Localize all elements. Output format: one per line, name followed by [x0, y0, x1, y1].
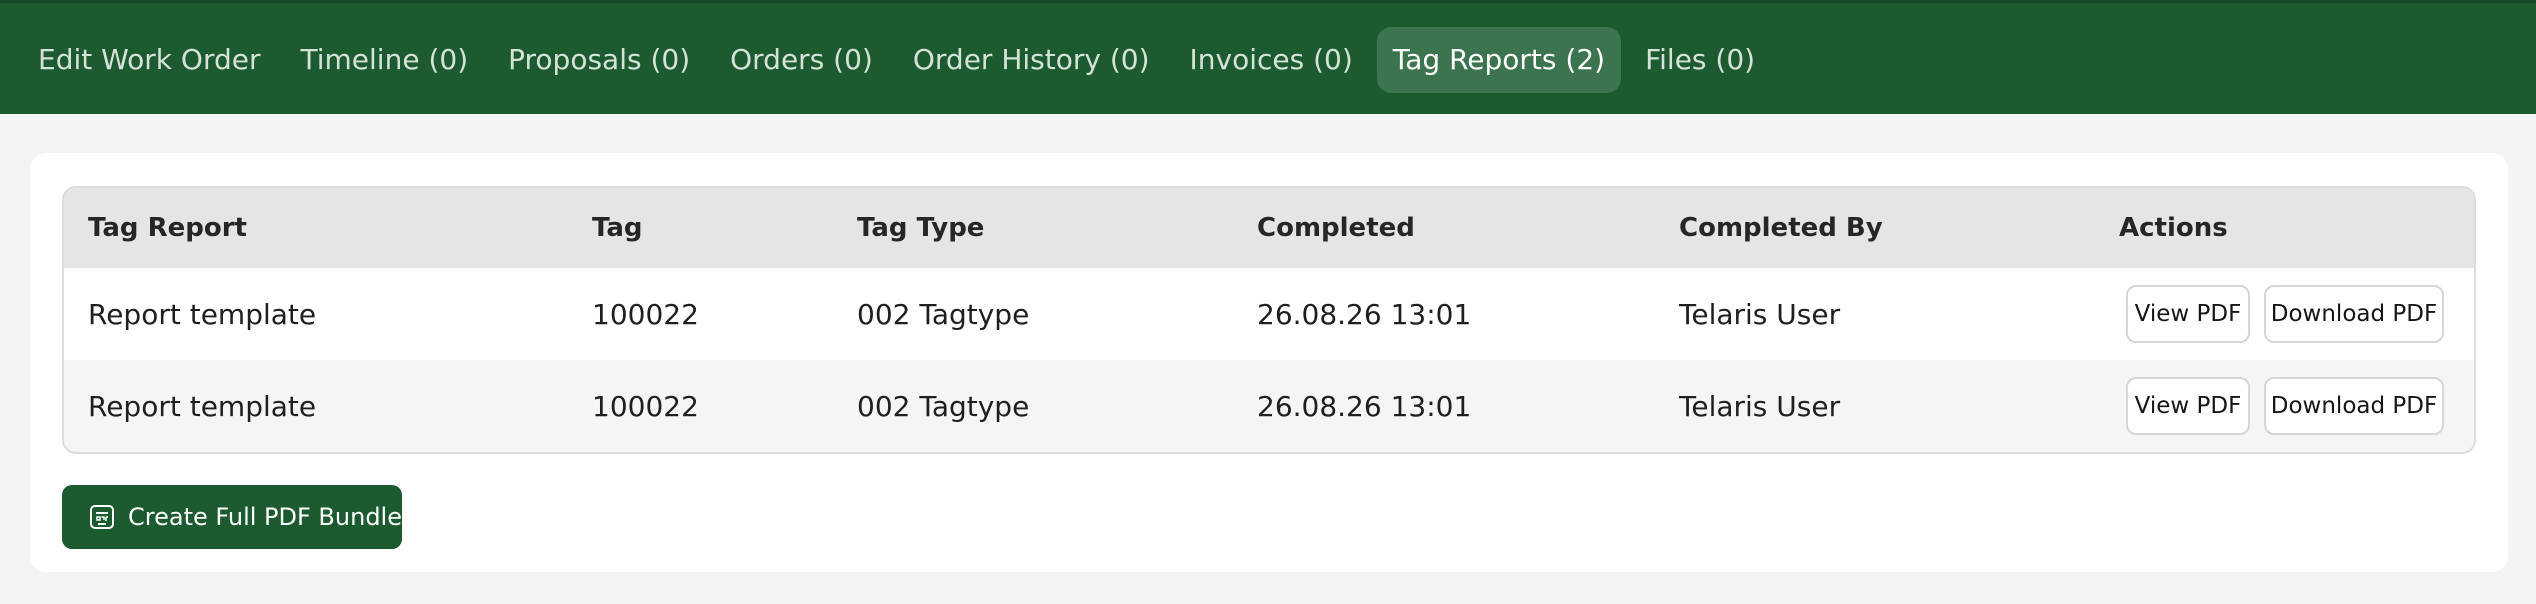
view-pdf-button[interactable]: View PDF	[2126, 285, 2250, 343]
view-pdf-button[interactable]: View PDF	[2126, 377, 2250, 435]
download-pdf-button[interactable]: Download PDF	[2264, 377, 2444, 435]
tag-reports-table: Tag Report Tag Tag Type Completed Comple…	[62, 186, 2476, 454]
cell-tag-type: 002 Tagtype	[857, 389, 1030, 423]
table-header: Tag Report Tag Tag Type Completed Comple…	[64, 188, 2474, 268]
pdf-document-icon	[88, 503, 116, 531]
header-tag-report: Tag Report	[88, 213, 247, 243]
cell-completed: 26.08.26 13:01	[1257, 389, 1472, 423]
cell-completed-by: Telaris User	[1679, 297, 1841, 331]
cell-tag-type: 002 Tagtype	[857, 297, 1030, 331]
header-actions: Actions	[2119, 213, 2228, 243]
header-completed: Completed	[1257, 213, 1415, 243]
cell-tag: 100022	[592, 389, 699, 423]
cell-tag: 100022	[592, 297, 699, 331]
cell-completed-by: Telaris User	[1679, 389, 1841, 423]
tab-invoices[interactable]: Invoices (0)	[1174, 27, 1369, 93]
tab-tag-reports[interactable]: Tag Reports (2)	[1376, 27, 1622, 93]
tab-list: Edit Work Order Timeline (0) Proposals (…	[22, 27, 1779, 93]
tab-order-history[interactable]: Order History (0)	[897, 27, 1166, 93]
header-tag-type: Tag Type	[857, 213, 985, 243]
create-pdf-bundle-label: Create Full PDF Bundle	[128, 503, 402, 531]
tab-orders[interactable]: Orders (0)	[714, 27, 889, 93]
tab-proposals[interactable]: Proposals (0)	[492, 27, 706, 93]
tab-edit-work-order[interactable]: Edit Work Order	[22, 27, 277, 93]
header-tag: Tag	[592, 213, 643, 243]
create-pdf-bundle-button[interactable]: Create Full PDF Bundle	[62, 485, 402, 549]
cell-tag-report: Report template	[88, 297, 317, 331]
download-pdf-button[interactable]: Download PDF	[2264, 285, 2444, 343]
cell-tag-report: Report template	[88, 389, 317, 423]
table-row: Report template 100022 002 Tagtype 26.08…	[64, 268, 2474, 360]
cell-completed: 26.08.26 13:01	[1257, 297, 1472, 331]
tag-reports-panel: Tag Report Tag Tag Type Completed Comple…	[30, 153, 2508, 572]
work-order-tab-bar: Edit Work Order Timeline (0) Proposals (…	[0, 0, 2536, 114]
table-row: Report template 100022 002 Tagtype 26.08…	[64, 360, 2474, 452]
tab-timeline[interactable]: Timeline (0)	[285, 27, 485, 93]
header-completed-by: Completed By	[1679, 213, 1883, 243]
tab-files[interactable]: Files (0)	[1629, 27, 1771, 93]
